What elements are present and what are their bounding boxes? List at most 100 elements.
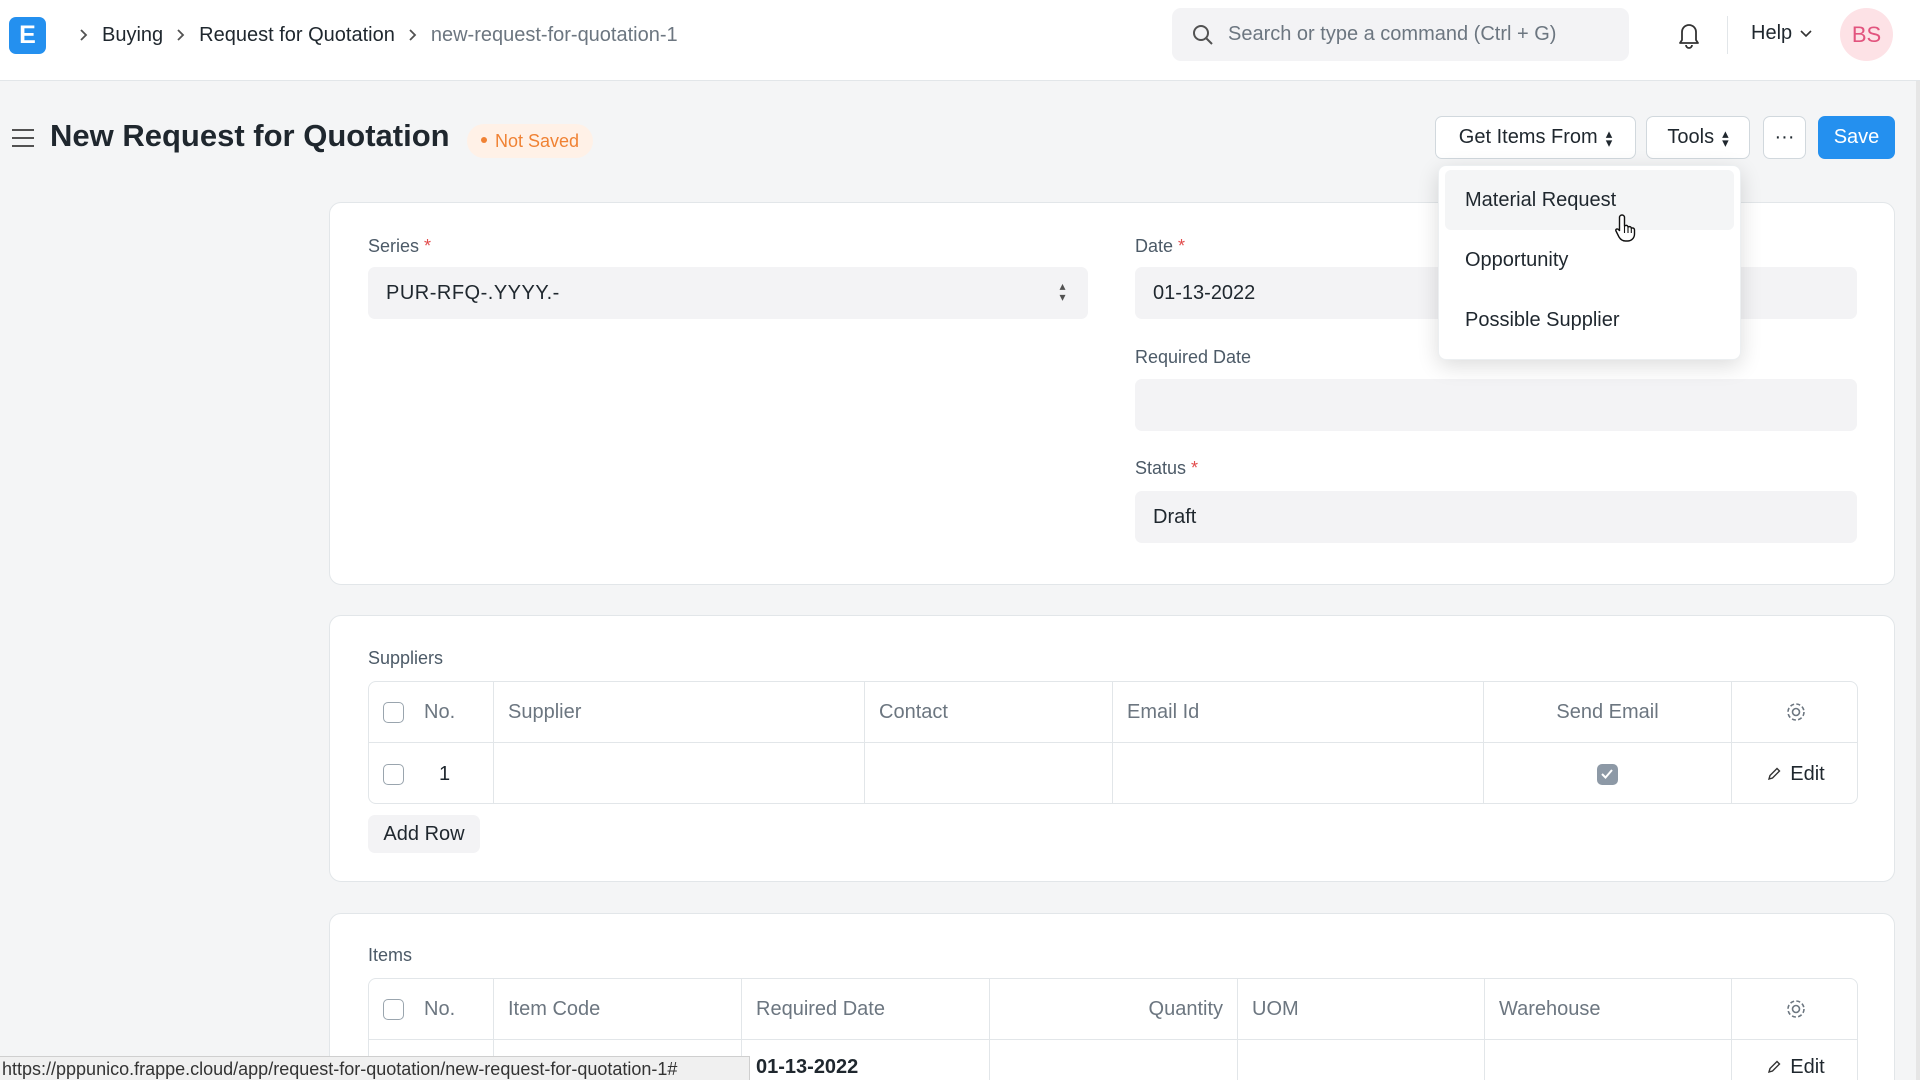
uom-cell[interactable] <box>1238 1040 1485 1080</box>
required-marker: * <box>424 236 432 256</box>
menu-item-material-request[interactable]: Material Request <box>1445 170 1734 230</box>
help-dropdown[interactable]: Help <box>1751 22 1812 45</box>
status-field[interactable]: Draft <box>1135 491 1857 543</box>
breadcrumb-buying[interactable]: Buying <box>102 24 163 47</box>
header-uom: UOM <box>1238 979 1485 1039</box>
header-required-date: Required Date <box>742 979 990 1039</box>
header-quantity: Quantity <box>990 979 1238 1039</box>
series-label: Series * <box>368 236 431 257</box>
tools-button[interactable]: Tools ▴ ▾ <box>1646 116 1750 159</box>
header-select-cell: No. <box>369 682 494 742</box>
checkmark-icon <box>1601 768 1613 779</box>
avatar[interactable]: BS <box>1840 8 1893 61</box>
browser-status-url: https://pppunico.frappe.cloud/app/reques… <box>0 1056 750 1080</box>
series-select[interactable]: PUR-RFQ-.YYYY.- ▴ ▾ <box>368 267 1088 319</box>
select-arrows-icon: ▴ ▾ <box>1722 125 1729 150</box>
required-date-label: Required Date <box>1135 347 1252 367</box>
sidebar-toggle-icon[interactable] <box>10 128 36 153</box>
add-row-button[interactable]: Add Row <box>368 815 480 853</box>
select-all-checkbox[interactable] <box>383 998 404 1020</box>
search-placeholder: Search or type a command (Ctrl + G) <box>1228 23 1557 45</box>
app-logo[interactable]: E <box>9 17 46 54</box>
chevron-down-icon <box>1800 29 1812 37</box>
pencil-icon <box>1768 1060 1781 1074</box>
row-checkbox[interactable] <box>383 763 404 785</box>
items-card: Items No. Item Code Required Date Quanti… <box>329 913 1895 1080</box>
table-header-row: No. Supplier Contact Email Id Send Email <box>369 682 1857 743</box>
date-value: 01-13-2022 <box>1153 281 1256 304</box>
table-header-row: No. Item Code Required Date Quantity UOM… <box>369 979 1857 1040</box>
header-select-cell: No. <box>369 979 494 1039</box>
required-marker: * <box>1178 236 1186 256</box>
warehouse-cell[interactable] <box>1485 1040 1732 1080</box>
series-label-text: Series <box>368 236 420 256</box>
breadcrumb-request-for-quotation[interactable]: Request for Quotation <box>199 24 395 47</box>
hand-cursor-icon <box>1614 213 1638 248</box>
header-send-email: Send Email <box>1484 682 1732 742</box>
get-items-from-button[interactable]: Get Items From ▴ ▾ <box>1435 116 1636 159</box>
contact-cell[interactable] <box>865 743 1113 803</box>
row-no: 1 <box>439 762 451 785</box>
chevron-right-icon <box>78 28 90 42</box>
items-title: Items <box>368 945 413 965</box>
row-select-cell: 1 <box>369 743 494 803</box>
status-badge-label: Not Saved <box>495 131 580 151</box>
get-items-from-label: Get Items From <box>1458 126 1598 148</box>
required-date-cell[interactable]: 01-13-2022 <box>742 1040 990 1080</box>
breadcrumb-current: new-request-for-quotation-1 <box>430 23 678 46</box>
header-warehouse: Warehouse <box>1485 979 1732 1039</box>
send-email-checkbox[interactable] <box>1597 763 1618 785</box>
bell-icon[interactable] <box>1675 20 1703 55</box>
header-email-id: Email Id <box>1113 682 1484 742</box>
get-items-from-menu: Material Request Opportunity Possible Su… <box>1438 165 1741 360</box>
series-value: PUR-RFQ-.YYYY.- <box>386 281 560 304</box>
select-arrows-icon: ▴ ▾ <box>1059 279 1066 304</box>
pencil-icon <box>1768 767 1781 781</box>
suppliers-title: Suppliers <box>368 648 444 668</box>
table-row[interactable]: 1 Edit <box>369 743 1857 803</box>
required-marker: * <box>1191 458 1199 478</box>
header-no: No. <box>424 997 456 1020</box>
menu-item-possible-supplier[interactable]: Possible Supplier <box>1445 290 1734 350</box>
help-label: Help <box>1751 22 1793 44</box>
tools-label: Tools <box>1667 126 1715 148</box>
edit-label: Edit <box>1790 1056 1825 1078</box>
menu-item-opportunity[interactable]: Opportunity <box>1445 230 1734 290</box>
navbar: E Buying Request for Quotation new-reque… <box>0 0 1920 81</box>
header-no: No. <box>424 700 456 723</box>
date-label: Date * <box>1135 236 1185 257</box>
search-input[interactable]: Search or type a command (Ctrl + G) <box>1172 8 1629 61</box>
header-item-code: Item Code <box>494 979 742 1039</box>
more-actions-button[interactable]: ··· <box>1763 116 1806 159</box>
edit-label: Edit <box>1790 762 1825 785</box>
status-badge: Not Saved <box>467 124 594 158</box>
edit-row-button[interactable]: Edit <box>1732 743 1857 803</box>
chevron-right-icon <box>407 28 419 42</box>
column-settings-icon[interactable] <box>1732 979 1857 1039</box>
quantity-cell[interactable] <box>990 1040 1238 1080</box>
status-label-text: Status <box>1135 458 1187 478</box>
header-contact: Contact <box>865 682 1113 742</box>
header-supplier: Supplier <box>494 682 865 742</box>
save-button[interactable]: Save <box>1818 116 1895 159</box>
status-dot <box>481 137 487 144</box>
send-email-cell <box>1484 743 1732 803</box>
status-label: Status * <box>1135 458 1198 479</box>
email-id-cell[interactable] <box>1113 743 1484 803</box>
search-icon <box>1193 24 1213 45</box>
scrollbar[interactable] <box>1916 81 1920 1080</box>
status-value: Draft <box>1153 505 1197 528</box>
breadcrumb: Buying Request for Quotation new-request… <box>66 22 678 48</box>
supplier-cell[interactable] <box>494 743 865 803</box>
nav-divider <box>1727 16 1728 54</box>
date-label-text: Date <box>1135 236 1174 256</box>
edit-row-button[interactable]: Edit <box>1732 1040 1857 1080</box>
select-arrows-icon: ▴ ▾ <box>1605 125 1613 150</box>
chevron-right-icon <box>175 28 187 42</box>
column-settings-icon[interactable] <box>1732 682 1857 742</box>
more-icon: ··· <box>1774 126 1795 148</box>
suppliers-table: No. Supplier Contact Email Id Send Email… <box>368 681 1858 804</box>
required-date-field[interactable] <box>1135 379 1857 431</box>
suppliers-card: Suppliers No. Supplier Contact Email Id … <box>329 615 1895 882</box>
select-all-checkbox[interactable] <box>383 701 404 723</box>
